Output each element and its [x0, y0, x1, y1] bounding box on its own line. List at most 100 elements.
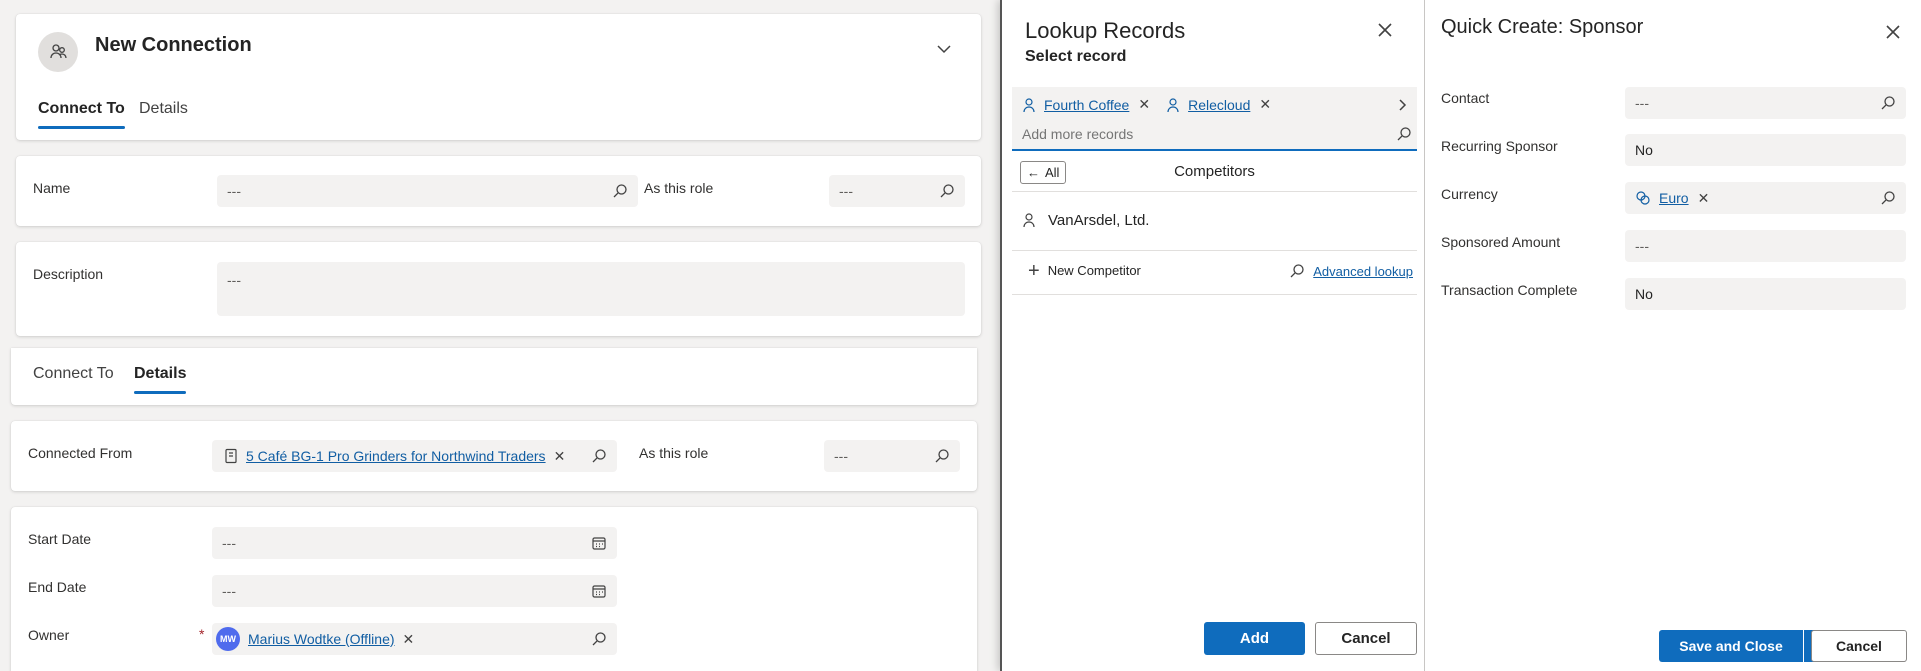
start-date-field[interactable]: --- — [212, 527, 617, 559]
tab-details[interactable]: Details — [134, 365, 187, 394]
remove-icon[interactable]: ✕ — [1259, 96, 1271, 113]
name-label: Name — [33, 180, 71, 196]
currency-tag[interactable]: Euro ✕ — [1635, 190, 1880, 207]
currency-link[interactable]: Euro — [1659, 190, 1689, 206]
currency-lookup-field[interactable]: Euro ✕ — [1625, 182, 1906, 214]
required-marker: * — [199, 626, 205, 642]
calendar-icon[interactable] — [591, 535, 607, 551]
arrow-left-icon: ← — [1027, 165, 1040, 180]
connection-form: New Connection Connect To Details Name -… — [0, 0, 1000, 671]
search-icon[interactable] — [591, 631, 607, 647]
contact-label: Contact — [1441, 90, 1490, 106]
lookup-footer-actions: + New Competitor Advanced lookup — [1012, 250, 1417, 294]
sponsored-amount-label: Sponsored Amount — [1441, 234, 1561, 250]
lookup-search-input[interactable] — [1022, 123, 1382, 145]
search-icon[interactable] — [939, 183, 955, 199]
connected-from-lookup-field[interactable]: 5 Café BG-1 Pro Grinders for Northwind T… — [212, 440, 617, 472]
start-date-label: Start Date — [28, 531, 92, 547]
document-icon — [225, 448, 237, 464]
transaction-complete-value: No — [1635, 286, 1653, 302]
tab-details[interactable]: Details — [139, 100, 188, 118]
description-field[interactable]: --- — [217, 262, 965, 316]
search-icon[interactable] — [1880, 190, 1896, 206]
role-placeholder: --- — [839, 183, 853, 199]
start-date-placeholder: --- — [222, 535, 236, 551]
selected-records: Fourth Coffee ✕ Relecloud ✕ — [1022, 96, 1271, 113]
close-icon[interactable] — [1883, 22, 1903, 42]
search-icon[interactable] — [1396, 126, 1412, 142]
remove-icon[interactable]: ✕ — [1698, 190, 1710, 207]
cancel-button[interactable]: Cancel — [1811, 630, 1907, 662]
new-competitor-button[interactable]: + New Competitor — [1028, 259, 1141, 282]
selected-record-tag[interactable]: Fourth Coffee ✕ — [1022, 96, 1150, 113]
selected-record-link[interactable]: Fourth Coffee — [1044, 97, 1129, 113]
dates-card: Start Date --- End Date --- Owner * MW M… — [11, 507, 977, 671]
owner-link[interactable]: Marius Wodtke (Offline) — [248, 631, 395, 647]
owner-lookup-field[interactable]: MW Marius Wodtke (Offline) ✕ — [212, 623, 617, 655]
transaction-complete-field[interactable]: No — [1625, 278, 1906, 310]
contact-lookup-field[interactable]: --- — [1625, 87, 1906, 119]
end-date-field[interactable]: --- — [212, 575, 617, 607]
collapse-chevron-icon[interactable] — [935, 40, 953, 58]
chevron-right-icon[interactable] — [1394, 97, 1410, 113]
name-card: Name --- As this role --- — [16, 156, 981, 226]
person-icon — [1167, 97, 1179, 112]
group-heading: Competitors — [1174, 163, 1255, 180]
sponsored-amount-placeholder: --- — [1635, 238, 1649, 254]
recurring-sponsor-field[interactable]: No — [1625, 134, 1906, 166]
all-button[interactable]: ← All — [1020, 161, 1067, 184]
recurring-sponsor-label: Recurring Sponsor — [1441, 138, 1558, 154]
lookup-search-box[interactable]: Fourth Coffee ✕ Relecloud ✕ — [1012, 87, 1417, 151]
connection-avatar — [38, 32, 78, 72]
selected-record-tag[interactable]: Relecloud ✕ — [1166, 96, 1271, 113]
sponsored-amount-field[interactable]: --- — [1625, 230, 1906, 262]
plus-icon: + — [1028, 259, 1040, 282]
search-icon[interactable] — [591, 448, 607, 464]
description-placeholder: --- — [227, 272, 241, 288]
transaction-complete-label: Transaction Complete — [1441, 282, 1578, 298]
search-icon[interactable] — [612, 183, 628, 199]
role-lookup-field[interactable]: --- — [829, 175, 965, 207]
list-item[interactable]: VanArsdel, Ltd. — [1012, 200, 1417, 240]
description-label: Description — [33, 266, 104, 282]
search-icon[interactable] — [1880, 95, 1896, 111]
remove-icon[interactable]: ✕ — [1138, 96, 1150, 113]
remove-icon[interactable]: ✕ — [403, 631, 415, 648]
search-icon[interactable] — [934, 448, 950, 464]
description-card: Description --- — [16, 242, 981, 336]
remove-icon[interactable]: ✕ — [554, 448, 566, 465]
advanced-lookup-link[interactable]: Advanced lookup — [1289, 263, 1413, 279]
all-button-label: All — [1045, 165, 1060, 180]
currency-label: Currency — [1441, 186, 1498, 202]
end-date-placeholder: --- — [222, 583, 236, 599]
selected-record-link[interactable]: Relecloud — [1188, 97, 1250, 113]
add-button[interactable]: Add — [1204, 622, 1305, 655]
page-title: New Connection — [95, 34, 252, 56]
contact-placeholder: --- — [1635, 95, 1649, 111]
owner-label: Owner — [28, 627, 70, 643]
list-item-label: VanArsdel, Ltd. — [1048, 211, 1150, 229]
role-placeholder: --- — [834, 448, 848, 464]
connected-from-link[interactable]: 5 Café BG-1 Pro Grinders for Northwind T… — [246, 448, 546, 464]
connected-from-tag[interactable]: 5 Café BG-1 Pro Grinders for Northwind T… — [224, 448, 591, 465]
group-header: ← All Competitors — [1012, 152, 1417, 192]
lookup-records-panel: Lookup Records Select record Fourth Coff… — [1000, 0, 1424, 671]
owner-tag[interactable]: MW Marius Wodtke (Offline) ✕ — [216, 627, 591, 651]
lookup-results: ← All Competitors VanArsdel, Ltd. + New … — [1012, 152, 1417, 295]
connected-from-card: Connected From 5 Café BG-1 Pro Grinders … — [11, 421, 977, 491]
end-date-label: End Date — [28, 579, 87, 595]
lookup-subtitle: Select record — [1025, 48, 1127, 65]
tab-connect-to[interactable]: Connect To — [38, 100, 125, 129]
save-and-close-label: Save and Close — [1679, 638, 1783, 654]
lookup-title: Lookup Records — [1025, 18, 1186, 43]
cancel-button[interactable]: Cancel — [1315, 622, 1417, 655]
person-icon — [1023, 213, 1035, 228]
close-icon[interactable] — [1375, 20, 1395, 40]
tab-connect-to[interactable]: Connect To — [33, 365, 114, 383]
role-lookup-field[interactable]: --- — [824, 440, 960, 472]
name-lookup-field[interactable]: --- — [217, 175, 638, 207]
role-label: As this role — [639, 445, 709, 461]
calendar-icon[interactable] — [591, 583, 607, 599]
owner-avatar: MW — [216, 627, 240, 651]
save-and-close-button[interactable]: Save and Close — [1659, 630, 1803, 662]
